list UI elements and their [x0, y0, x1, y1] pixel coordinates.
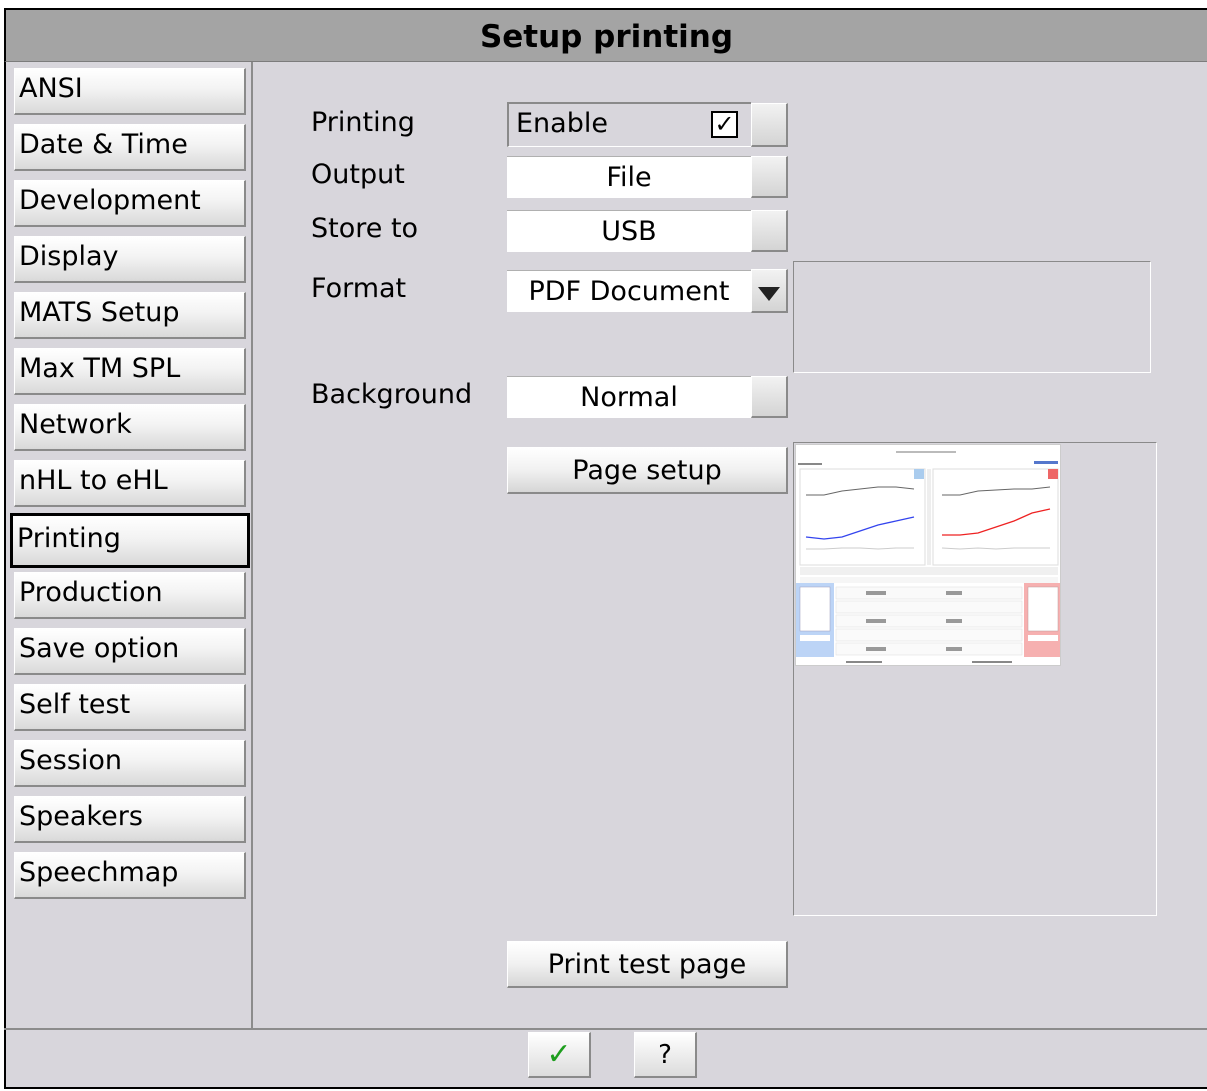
- checkmark-icon: ✓: [546, 1037, 572, 1072]
- footer-divider: [4, 1028, 1207, 1030]
- help-button[interactable]: ?: [634, 1032, 697, 1078]
- checkbox-checked-icon[interactable]: ✓: [711, 111, 738, 138]
- printing-enable-toggle[interactable]: Enable ✓: [507, 102, 751, 147]
- printing-label: Printing: [311, 107, 415, 138]
- sidebar-item-development[interactable]: Development: [14, 180, 246, 227]
- sidebar-item-mats-setup[interactable]: MATS Setup: [14, 292, 246, 339]
- dropdown-arrow-icon: [758, 286, 780, 301]
- sidebar-item-display[interactable]: Display: [14, 236, 246, 283]
- preview-page-graphic: [796, 445, 1060, 665]
- background-value: Normal: [507, 376, 751, 418]
- sidebar-item-speakers[interactable]: Speakers: [14, 796, 246, 843]
- store-to-label: Store to: [311, 213, 419, 244]
- sidebar-item-date-time[interactable]: Date & Time: [14, 124, 246, 171]
- store-to-value: USB: [507, 210, 751, 252]
- output-select-button[interactable]: [751, 156, 788, 198]
- sidebar-item-nhl-to-ehl[interactable]: nHL to eHL: [14, 460, 246, 507]
- background-label: Background: [311, 379, 473, 410]
- format-value[interactable]: PDF Document: [507, 270, 751, 312]
- sidebar-item-max-tm-spl[interactable]: Max TM SPL: [14, 348, 246, 395]
- sidebar-item-printing[interactable]: Printing: [10, 513, 250, 568]
- format-info-panel: [793, 261, 1151, 373]
- sidebar-item-save-option[interactable]: Save option: [14, 628, 246, 675]
- output-value: File: [507, 156, 751, 198]
- page-setup-button[interactable]: Page setup: [507, 447, 788, 494]
- window-title: Setup printing: [4, 10, 1207, 62]
- ok-button[interactable]: ✓: [528, 1032, 591, 1078]
- background-select-button[interactable]: [751, 376, 788, 418]
- store-to-select-button[interactable]: [751, 210, 788, 252]
- sidebar-item-network[interactable]: Network: [14, 404, 246, 451]
- sidebar-item-session[interactable]: Session: [14, 740, 246, 787]
- sidebar-divider: [251, 62, 253, 1028]
- sidebar-item-self-test[interactable]: Self test: [14, 684, 246, 731]
- format-dropdown-button[interactable]: [751, 269, 788, 313]
- output-label: Output: [311, 159, 405, 190]
- sidebar-item-production[interactable]: Production: [14, 572, 246, 619]
- help-icon: ?: [658, 1039, 672, 1070]
- sidebar-item-speechmap[interactable]: Speechmap: [14, 852, 246, 899]
- printing-side-button[interactable]: [751, 103, 788, 147]
- print-test-page-button[interactable]: Print test page: [507, 941, 788, 988]
- format-label: Format: [311, 273, 407, 304]
- print-preview-thumbnail: [795, 444, 1061, 666]
- sidebar-item-ansi[interactable]: ANSI: [14, 68, 246, 115]
- printing-enable-label: Enable: [516, 108, 608, 139]
